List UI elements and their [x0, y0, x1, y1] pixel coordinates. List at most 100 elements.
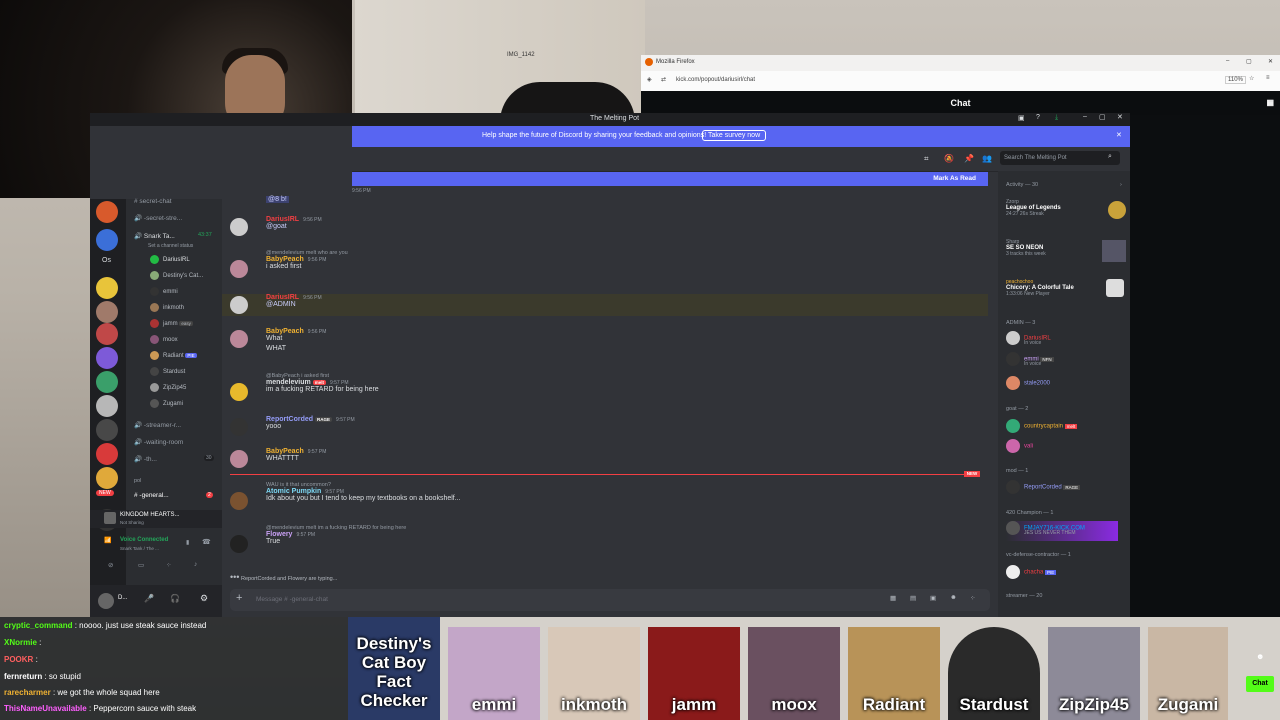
username[interactable]: D...	[118, 595, 127, 601]
activities-icon[interactable]: ⁘	[166, 561, 171, 569]
member[interactable]: countrycaptain melt	[1006, 419, 1078, 433]
member[interactable]: FMJAY716-KICK.COM JES US NEVER THEM	[1006, 521, 1118, 541]
bookmark-star-icon[interactable]: ☆	[1249, 75, 1254, 82]
pin-icon[interactable]: 📌	[964, 154, 974, 163]
grid-icon[interactable]: ▦	[1266, 91, 1274, 115]
mute-icon[interactable]: 🔕	[944, 154, 954, 163]
server-icon[interactable]	[96, 229, 118, 251]
activity-card[interactable]: Zzorp League of Legends 24:27 26s Streak	[1006, 199, 1061, 217]
channel-secret-stream[interactable]: 🔊 -secret-stre...	[134, 214, 182, 222]
shield-icon[interactable]: ◈	[647, 76, 652, 83]
voice-user[interactable]: DariusIRL	[150, 255, 190, 264]
close-button[interactable]: ✕	[1268, 58, 1273, 65]
server-icon[interactable]	[96, 419, 118, 441]
chevron-right-icon[interactable]: ›	[1120, 182, 1122, 188]
activity-card[interactable]: peachochoo Chicory: A Colorful Tale 1:33…	[1006, 279, 1074, 297]
server-icon[interactable]	[96, 277, 118, 299]
voice-user[interactable]: Radiant PIE	[150, 351, 197, 360]
avatar[interactable]	[230, 260, 248, 278]
avatar[interactable]	[98, 593, 114, 609]
channel-th[interactable]: 🔊 -th...	[134, 455, 157, 463]
server-icon[interactable]	[96, 301, 118, 323]
inbox-icon[interactable]: ▣	[1018, 114, 1025, 122]
minimize-button[interactable]: –	[1226, 58, 1229, 64]
soundboard-icon[interactable]: ♪	[194, 561, 197, 568]
server-icon[interactable]	[96, 371, 118, 393]
unread-bar[interactable]: Mark As Read	[352, 172, 988, 186]
voice-user[interactable]: emmi	[150, 287, 178, 296]
voice-connected-sub[interactable]: Snark Tank / The ...	[120, 546, 159, 551]
avatar[interactable]	[230, 218, 248, 236]
apps-icon[interactable]: ⁘	[970, 594, 975, 602]
activity-card[interactable]: Sharp SE SO NEON 3 tracks this week	[1006, 239, 1046, 257]
url-bar[interactable]: kick.com/popout/dariusirl/chat	[676, 77, 755, 83]
help-icon[interactable]: ?	[1036, 114, 1040, 121]
avatar[interactable]	[230, 535, 248, 553]
search-input[interactable]: Search The Melting Pot	[1000, 151, 1120, 165]
noise-suppression-icon[interactable]: ▮	[186, 539, 189, 546]
screen-share-icon[interactable]: ▭	[138, 561, 144, 569]
member[interactable]: DariusIRL In voice	[1006, 331, 1051, 346]
activity-panel[interactable]: KINGDOM HEARTS... Not Sharing	[90, 510, 222, 528]
member[interactable]: chacha PIE	[1006, 565, 1057, 579]
disconnect-icon[interactable]: ☎	[202, 538, 211, 546]
avatar[interactable]	[230, 296, 248, 314]
maximize-button[interactable]: ▢	[1246, 58, 1252, 65]
take-survey-button[interactable]: Take survey now	[702, 130, 767, 141]
server-folder-label[interactable]: Os	[102, 257, 111, 264]
server-icon[interactable]	[96, 443, 118, 465]
page-settings-icon[interactable]: ⇄	[661, 76, 666, 83]
member[interactable]: stale2000	[1006, 376, 1050, 390]
avatar[interactable]	[230, 418, 248, 436]
server-icon[interactable]	[96, 395, 118, 417]
headphones-icon[interactable]: 🎧	[170, 594, 180, 603]
add-attachment-icon[interactable]: +	[236, 592, 242, 604]
member[interactable]: emmi NFN In voice	[1006, 352, 1054, 367]
avatar[interactable]	[230, 450, 248, 468]
member[interactable]: ReportCorded RAGE	[1006, 480, 1081, 494]
menu-icon[interactable]: ≡	[1266, 75, 1270, 81]
message-highlighted[interactable]: DariusIRL 9:56 PM @ADMIN	[222, 294, 988, 316]
emoji-icon[interactable]: ☻	[950, 594, 957, 601]
emoji-icon[interactable]: ☻	[1256, 652, 1264, 661]
server-icon[interactable]	[96, 467, 118, 489]
voice-user[interactable]: ZipZip45	[150, 383, 186, 392]
kick-chat-send-button[interactable]: Chat	[1246, 676, 1274, 692]
gear-icon[interactable]: ⚙	[200, 593, 208, 604]
channel-status[interactable]: Set a channel status	[148, 243, 193, 249]
member-list-icon[interactable]: 👥	[982, 154, 992, 163]
message-input[interactable]: Message # -general-chat	[256, 596, 328, 603]
threads-icon[interactable]: ⌗	[924, 154, 929, 164]
server-icon[interactable]	[96, 323, 118, 345]
sticker-icon[interactable]: ▣	[930, 594, 936, 602]
server-icon[interactable]	[96, 347, 118, 369]
voice-user[interactable]: inkmoth	[150, 303, 184, 312]
channel-waiting-room[interactable]: 🔊 -waiting-room	[134, 438, 183, 446]
voice-user[interactable]: jamm easy	[150, 319, 193, 328]
zoom-level[interactable]: 110%	[1225, 76, 1246, 84]
voice-user[interactable]: moox	[150, 335, 178, 344]
voice-user[interactable]: Stardust	[150, 367, 185, 376]
download-icon[interactable]: ⤓	[1055, 114, 1058, 122]
gif-icon[interactable]: ▤	[910, 594, 916, 602]
avatar[interactable]	[230, 492, 248, 510]
mic-icon[interactable]: 🎤	[144, 594, 154, 603]
channel-secret-chat[interactable]: # secret-chat	[134, 198, 172, 205]
banner-close-icon[interactable]: ✕	[1116, 131, 1122, 139]
dc-close-button[interactable]: ✕	[1117, 113, 1123, 121]
avatar[interactable]	[230, 330, 248, 348]
dc-maximize-button[interactable]: ▢	[1099, 113, 1106, 121]
gift-icon[interactable]: ▦	[890, 594, 896, 602]
voice-user[interactable]: Zugami	[150, 399, 183, 408]
mark-as-read-button[interactable]: Mark As Read	[933, 175, 976, 182]
dc-minimize-button[interactable]: –	[1083, 113, 1087, 120]
avatar[interactable]	[230, 383, 248, 401]
voice-user[interactable]: Destiny's Cat...	[150, 271, 203, 280]
camera-icon[interactable]: ⊘	[108, 561, 113, 569]
channel-general[interactable]: # -general...	[134, 492, 169, 499]
voice-channel-snark-tank[interactable]: 🔊 Snark Ta...	[134, 232, 175, 240]
category-pol[interactable]: pol	[134, 478, 141, 484]
channel-streamer[interactable]: 🔊 -streamer-r...	[134, 421, 181, 429]
member[interactable]: vali	[1006, 439, 1033, 453]
server-icon[interactable]	[96, 201, 118, 223]
